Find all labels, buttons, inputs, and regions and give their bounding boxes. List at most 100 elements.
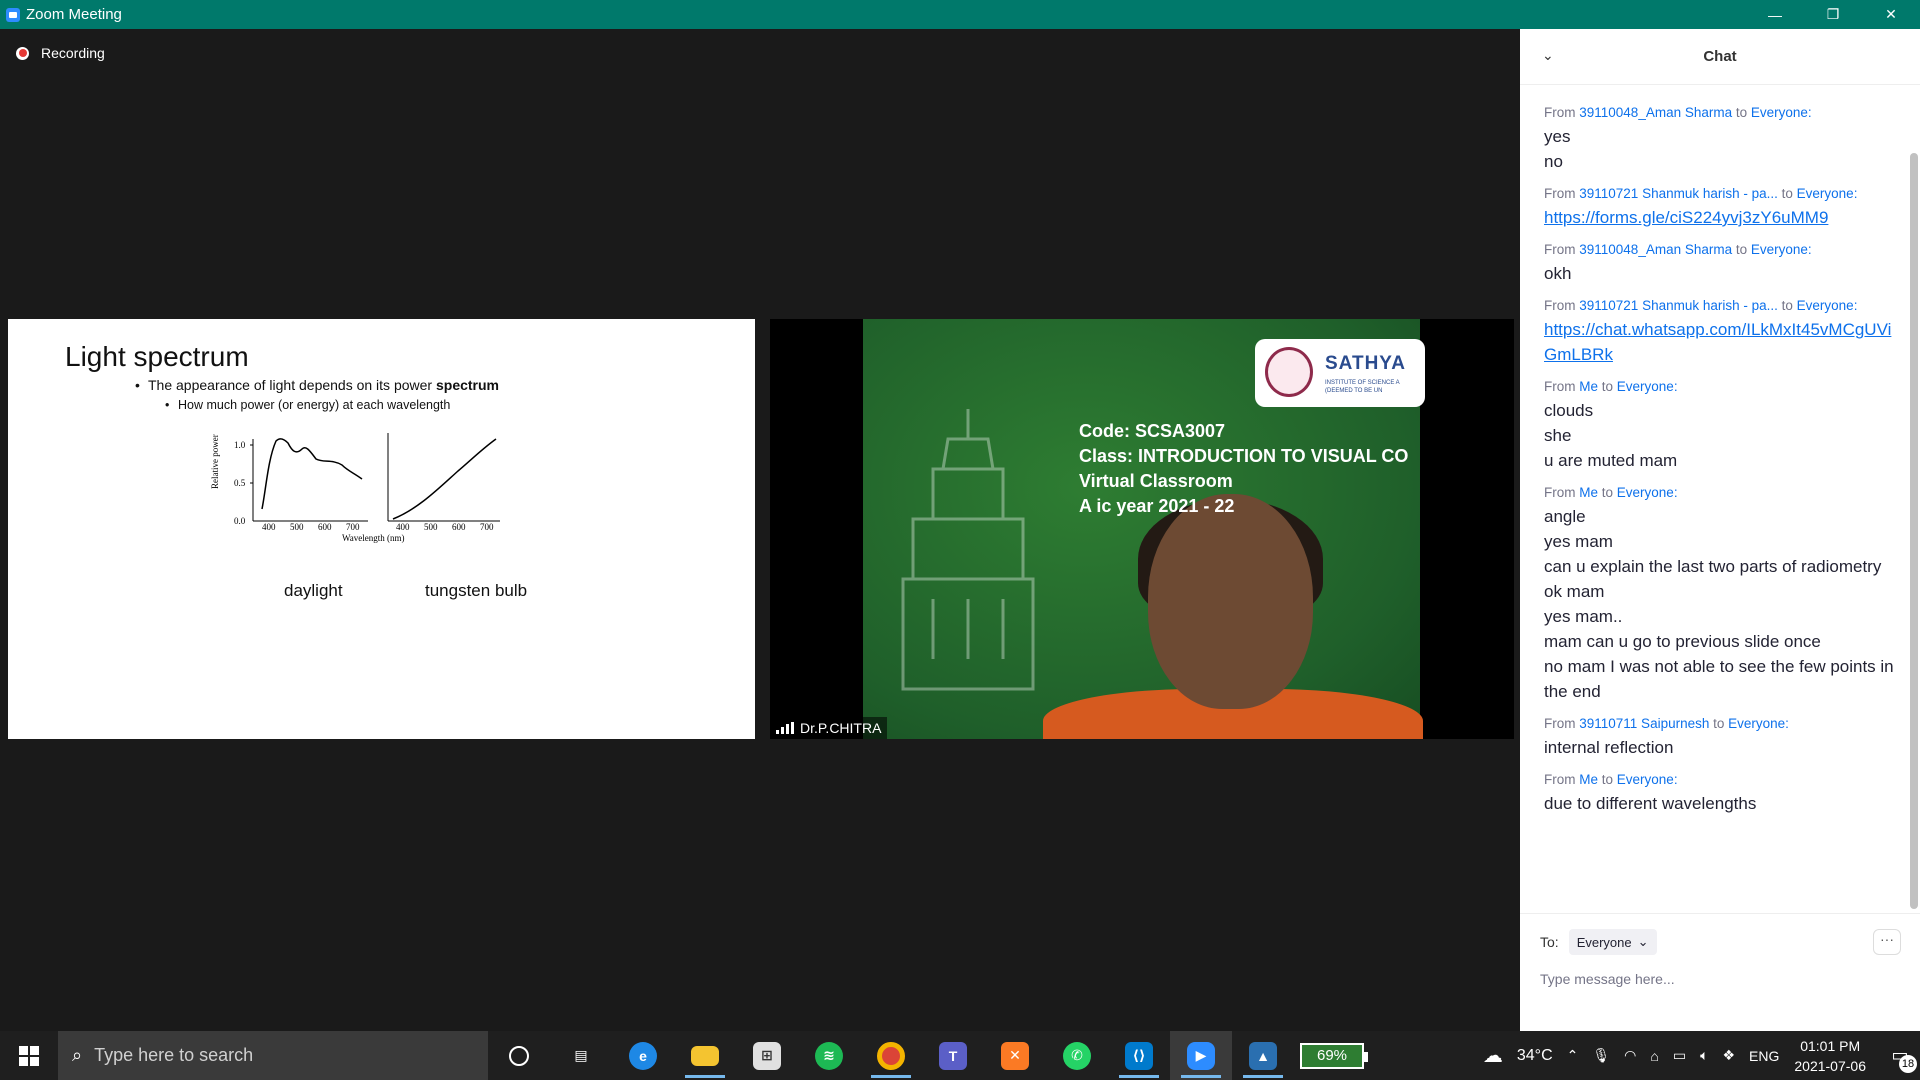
message-from-label: From [1544,186,1580,201]
message-sender[interactable]: 39110721 Shanmuk harish - pa... [1579,298,1778,313]
y-axis-label: Relative power [210,434,220,489]
photos-button[interactable]: ▲ [1232,1031,1294,1080]
message-link[interactable]: https://chat.whatsapp.com/ILkMxIt45vMCgU… [1544,317,1894,367]
chat-message: From Me to Everyone: angle yes mam can u ex… [1544,485,1894,704]
more-options-button[interactable]: ··· [1873,929,1901,955]
message-sender[interactable]: Me [1579,485,1598,500]
x-tick-right-4: 700 [480,522,494,532]
x-tick-right-3: 600 [452,522,466,532]
message-text: no [1544,152,1563,171]
weather-temp[interactable]: 34°C [1517,1047,1553,1065]
teams-button[interactable]: T [922,1031,984,1080]
store-icon: ⊞ [753,1041,781,1070]
x-tick-left-4: 700 [346,522,360,532]
recipient-select[interactable]: Everyone ⌄ [1568,929,1657,955]
chat-message-header: From Me to Everyone: [1544,485,1894,500]
message-text: yes mam [1544,532,1613,551]
message-text: yes [1544,127,1571,146]
task-view-icon: ▤ [574,1047,588,1063]
meeting-area: Recording Light spectrum The appearance … [0,29,1520,1031]
chat-message-input[interactable] [1540,966,1900,992]
chat-message-header: From 39110711 Saipurnesh to Everyone: [1544,716,1894,731]
spectrum-graph-svg: Relative power 1.0 0.5 0.0 400 500 600 7… [210,433,500,543]
message-sender[interactable]: 39110721 Shanmuk harish - pa... [1579,186,1778,201]
chevron-up-icon[interactable]: ⌃ [1567,1047,1579,1064]
task-view-button[interactable]: ▤ [550,1031,612,1080]
whatsapp-icon: ✆ [1063,1041,1091,1070]
message-to-label: to [1732,105,1751,120]
signal-strength-icon [776,722,794,734]
message-recipient[interactable]: Everyone: [1797,186,1858,201]
message-recipient[interactable]: Everyone: [1797,298,1858,313]
message-recipient[interactable]: Everyone: [1728,716,1789,731]
windows-taskbar: ⌕ Type here to search ▤ e ⊞ ≋ T ✕ ✆ ⟨⟩ ▶… [0,1031,1920,1080]
microphone-icon[interactable]: 🎙︎ [1592,1047,1610,1064]
cortana-icon [509,1045,529,1066]
y-tick-1: 1.0 [234,440,246,450]
message-text: she [1544,426,1572,445]
zoom-button[interactable]: ▶ [1170,1031,1232,1080]
message-recipient[interactable]: Everyone: [1617,772,1678,787]
clock-date: 2021-07-06 [1794,1057,1866,1074]
message-from-label: From [1544,242,1580,257]
wifi-icon[interactable]: ◠ [1624,1047,1636,1064]
message-sender[interactable]: 39110048_Aman Sharma [1579,242,1732,257]
spectrum-graph: Relative power 1.0 0.5 0.0 400 500 600 7… [208,429,568,569]
chat-message: From 39110721 Shanmuk harish - pa... to … [1544,298,1894,367]
message-sender[interactable]: Me [1579,772,1598,787]
x-tick-right-2: 500 [424,522,438,532]
message-recipient[interactable]: Everyone: [1751,242,1812,257]
message-text: due to different wavelengths [1544,794,1757,813]
start-button[interactable] [0,1031,58,1080]
chat-scrollbar[interactable] [1910,153,1918,909]
taskbar-search[interactable]: ⌕ Type here to search [58,1031,488,1080]
network-icon[interactable]: ⌂ [1650,1048,1658,1064]
message-recipient[interactable]: Everyone: [1617,485,1678,500]
recording-indicator[interactable]: Recording [16,45,105,61]
language-indicator[interactable]: ENG [1749,1048,1779,1064]
spotify-button[interactable]: ≋ [798,1031,860,1080]
file-explorer-button[interactable] [674,1031,736,1080]
message-sender[interactable]: 39110711 Saipurnesh [1579,716,1709,731]
message-to-label: to [1709,716,1729,731]
store-button[interactable]: ⊞ [736,1031,798,1080]
message-sender[interactable]: Me [1579,379,1598,394]
slide-bullet-1-text: The appearance of light depends on its p… [148,377,436,393]
message-recipient[interactable]: Everyone: [1617,379,1678,394]
vscode-icon: ⟨⟩ [1125,1041,1153,1070]
xampp-button[interactable]: ✕ [984,1031,1046,1080]
minimize-button[interactable]: — [1746,0,1804,29]
chrome-button[interactable] [860,1031,922,1080]
weather-icon[interactable]: ☁ [1483,1043,1503,1068]
cortana-button[interactable] [488,1031,550,1080]
dropbox-icon[interactable]: ❖ [1722,1047,1735,1064]
clock[interactable]: 01:01 PM 2021-07-06 [1794,1036,1866,1076]
zoom-app-icon [6,7,20,22]
slide-bullet-2: How much power (or energy) at each wavel… [165,398,450,412]
whatsapp-button[interactable]: ✆ [1046,1031,1108,1080]
vscode-button[interactable]: ⟨⟩ [1108,1031,1170,1080]
notification-center-button[interactable]: ▭ 18 [1880,1036,1920,1076]
shared-screen-slide[interactable]: Light spectrum The appearance of light d… [8,319,755,739]
slide-title: Light spectrum [65,341,249,372]
participant-video-tile[interactable]: SATHYA INSTITUTE OF SCIENCE A (DEEMED TO… [770,319,1514,739]
title-bar: Zoom Meeting — ❐ ✕ [0,0,1920,29]
message-link[interactable]: https://forms.gle/ciS224yvj3zY6uMM9 [1544,205,1894,230]
battery-widget[interactable]: 69% [1300,1042,1368,1069]
battery-icon[interactable]: ▭ [1673,1047,1686,1064]
chat-title: Chat [1703,48,1737,65]
logo-subtext: INSTITUTE OF SCIENCE A (DEEMED TO BE UN [1325,380,1400,394]
x-tick-left-3: 600 [318,522,332,532]
volume-icon[interactable]: 🔈︎ [1700,1047,1708,1064]
edge-button[interactable]: e [612,1031,674,1080]
folder-icon [691,1045,719,1066]
message-sender[interactable]: 39110048_Aman Sharma [1579,105,1732,120]
teams-icon: T [939,1041,967,1070]
institute-logo: SATHYA INSTITUTE OF SCIENCE A (DEEMED TO… [1255,339,1425,407]
chat-message: From 39110721 Shanmuk harish - pa... to … [1544,186,1894,230]
message-recipient[interactable]: Everyone: [1751,105,1812,120]
restore-button[interactable]: ❐ [1804,0,1862,29]
close-button[interactable]: ✕ [1862,0,1920,29]
window-controls: — ❐ ✕ [1746,0,1920,29]
message-from-label: From [1544,772,1580,787]
